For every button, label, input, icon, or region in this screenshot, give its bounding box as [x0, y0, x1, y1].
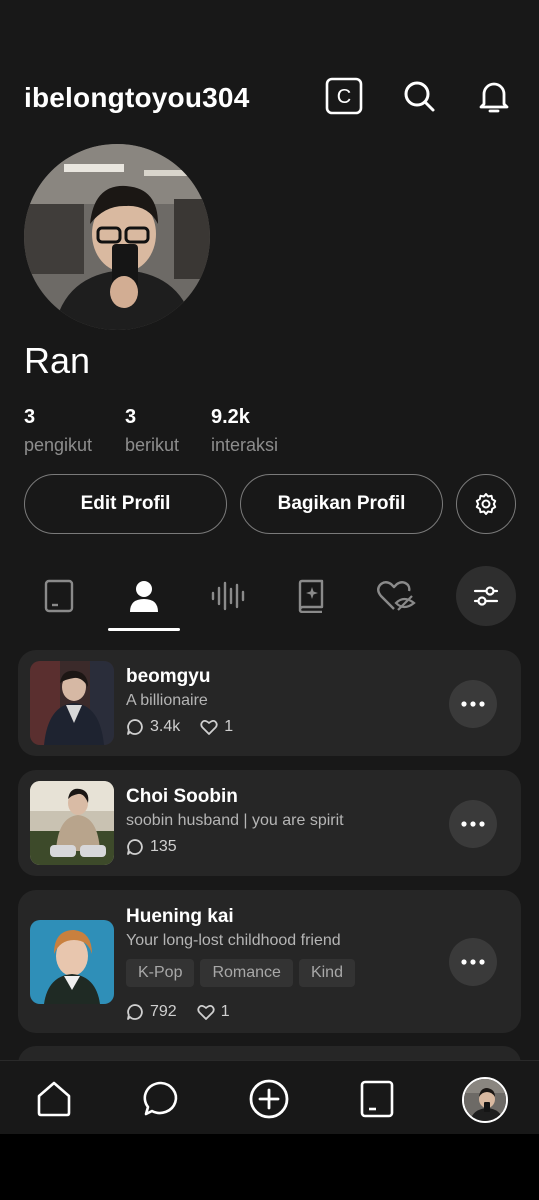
nav-chat[interactable] — [137, 1075, 185, 1123]
gear-icon — [475, 493, 497, 515]
more-options-button[interactable] — [449, 938, 497, 986]
like-count: 1 — [224, 718, 234, 735]
tag-chip[interactable]: Romance — [200, 959, 293, 987]
character-card-beomgyu[interactable]: beomgyu A billionaire 3.4k 1 — [18, 650, 521, 756]
character-description: soobin husband | you are spirit — [126, 812, 344, 829]
search-icon[interactable] — [399, 76, 439, 116]
tag-chip[interactable]: K-Pop — [126, 959, 195, 987]
stat-followers[interactable]: 3 pengikut — [24, 406, 92, 456]
tag-list: K-Pop Romance Kind — [126, 959, 355, 987]
audio-wave-icon — [211, 581, 245, 611]
stat-value: 9.2k — [211, 406, 250, 428]
person-icon — [130, 581, 158, 612]
active-tab-indicator — [108, 628, 180, 631]
tablet-icon — [360, 1080, 394, 1118]
home-icon — [37, 1081, 71, 1117]
character-name: beomgyu — [126, 666, 211, 687]
c-letter: C — [337, 86, 351, 108]
more-options-button[interactable] — [449, 680, 497, 728]
character-stats: 792 1 — [126, 1003, 230, 1021]
app-screen: ibelongtoyou304 C Ran 3 pengikut 3 berik… — [0, 0, 539, 1134]
character-thumbnail — [30, 920, 114, 1004]
sparkle-book-icon — [298, 579, 324, 613]
stat-label: pengikut — [24, 435, 93, 455]
character-stats: 135 — [126, 838, 177, 856]
character-description: Your long-lost childhood friend — [126, 932, 341, 949]
character-name: Choi Soobin — [126, 786, 238, 807]
comment-count: 792 — [150, 1003, 177, 1020]
heart-icon — [200, 719, 218, 735]
profile-avatar[interactable] — [24, 144, 210, 330]
character-stats: 3.4k 1 — [126, 718, 233, 736]
bottom-nav — [0, 1060, 539, 1134]
chat-icon — [143, 1081, 178, 1116]
display-name: Ran — [24, 340, 91, 381]
add-icon — [249, 1079, 289, 1119]
stat-label: berikut — [125, 435, 180, 455]
nav-create[interactable] — [245, 1075, 293, 1123]
more-dots-icon — [461, 821, 485, 827]
tab-stories[interactable] — [275, 566, 347, 626]
tab-characters[interactable] — [108, 566, 180, 626]
like-count: 1 — [220, 1003, 230, 1020]
tablet-icon — [44, 579, 74, 613]
c-square-icon[interactable]: C — [324, 76, 364, 116]
stat-label: interaksi — [211, 435, 279, 455]
heart-hidden-icon — [377, 581, 416, 611]
bell-icon[interactable] — [474, 76, 514, 116]
character-thumbnail — [30, 661, 114, 745]
character-card-huening-kai[interactable]: Huening kai Your long-lost childhood fri… — [18, 890, 521, 1033]
more-options-button[interactable] — [449, 800, 497, 848]
heart-icon — [197, 1004, 215, 1020]
more-dots-icon — [461, 701, 485, 707]
tab-chats[interactable] — [23, 566, 95, 626]
stat-interactions: 9.2k interaksi — [211, 406, 278, 456]
tag-chip[interactable]: Kind — [298, 959, 355, 987]
comment-count: 3.4k — [150, 718, 181, 735]
nav-home[interactable] — [30, 1075, 78, 1123]
character-card-choi-soobin[interactable]: Choi Soobin soobin husband | you are spi… — [18, 770, 521, 876]
character-thumbnail — [30, 781, 114, 865]
comment-icon — [127, 839, 143, 855]
nav-library[interactable] — [353, 1075, 401, 1123]
more-dots-icon — [461, 959, 485, 965]
comment-icon — [127, 1004, 143, 1020]
character-name: Huening kai — [126, 906, 234, 927]
edit-profile-button[interactable]: Edit Profil — [24, 474, 227, 534]
comment-icon — [127, 719, 143, 735]
share-profile-button[interactable]: Bagikan Profil — [240, 474, 443, 534]
nav-profile-avatar[interactable] — [462, 1077, 508, 1123]
stat-following[interactable]: 3 berikut — [125, 406, 179, 456]
stat-value: 3 — [125, 406, 137, 428]
comment-count: 135 — [150, 838, 177, 855]
stat-value: 3 — [24, 406, 36, 428]
tab-voices[interactable] — [192, 566, 264, 626]
username: ibelongtoyou304 — [24, 82, 250, 113]
tab-hidden-likes[interactable] — [360, 566, 432, 626]
character-description: A billionaire — [126, 692, 208, 709]
sliders-icon — [473, 586, 499, 606]
filter-button[interactable] — [456, 566, 516, 626]
settings-button[interactable] — [456, 474, 516, 534]
